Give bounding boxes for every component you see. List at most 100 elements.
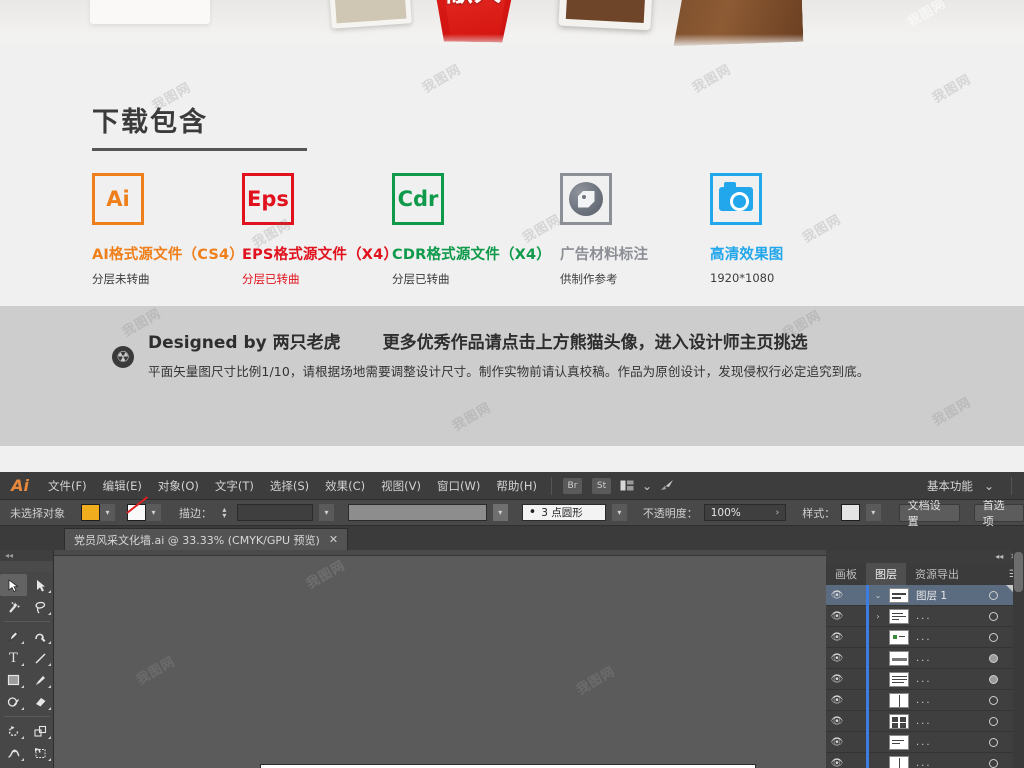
variable-width-profile[interactable]	[347, 504, 487, 521]
eye-icon[interactable]: 👁	[826, 758, 848, 768]
target-indicator[interactable]	[989, 590, 998, 600]
perspective-grid-tool[interactable]	[27, 764, 54, 768]
bridge-button[interactable]: Br	[562, 477, 582, 494]
artboard[interactable]: ·优秀党员 ·先进党员 新时代 ❨ ·党	[260, 764, 756, 768]
brush-definition-caret-icon[interactable]: ▾	[612, 504, 627, 521]
graphic-style-swatch[interactable]	[841, 504, 860, 521]
line-segment-tool[interactable]	[27, 647, 54, 669]
collapse-panels-icon[interactable]: ◂◂	[995, 552, 1003, 561]
menu-window[interactable]: 窗口(W)	[429, 478, 488, 494]
target-indicator[interactable]	[989, 632, 998, 642]
chevron-down-icon[interactable]: ⌄	[984, 479, 994, 493]
eye-icon[interactable]: 👁	[826, 737, 848, 748]
eye-icon[interactable]: 👁	[826, 611, 848, 622]
target-indicator[interactable]	[989, 716, 998, 726]
fill-swatch-caret-icon[interactable]: ▾	[100, 504, 115, 521]
stroke-swatch-caret-icon[interactable]: ▾	[146, 504, 161, 521]
table-row[interactable]: 👁 ...	[826, 647, 1024, 669]
close-icon[interactable]: ✕	[329, 533, 338, 546]
menu-file[interactable]: 文件(F)	[40, 478, 95, 494]
rotate-tool[interactable]	[0, 720, 27, 742]
lasso-tool[interactable]	[27, 596, 54, 618]
table-row[interactable]: 👁 ⌄ 图层 1	[826, 584, 1024, 606]
sync-settings-icon[interactable]	[660, 479, 675, 492]
paintbrush-tool[interactable]	[27, 669, 54, 691]
table-row[interactable]: 👁 ...	[826, 689, 1024, 711]
table-row[interactable]: 👁 ...	[826, 752, 1024, 768]
selection-tool[interactable]	[0, 574, 27, 596]
graphic-style-caret-icon[interactable]: ▾	[865, 504, 881, 521]
pen-tool[interactable]	[0, 625, 27, 647]
eraser-tool[interactable]	[27, 691, 54, 713]
tools-collapse-icon[interactable]: ◂◂	[0, 550, 53, 561]
direct-selection-tool[interactable]	[27, 574, 54, 596]
curvature-tool[interactable]	[27, 625, 54, 647]
table-row[interactable]: 👁 ...	[826, 626, 1024, 648]
type-tool[interactable]: T	[0, 647, 27, 669]
stroke-weight-caret-icon[interactable]: ▾	[319, 504, 334, 521]
target-indicator[interactable]	[989, 737, 998, 747]
menu-help[interactable]: 帮助(H)	[488, 478, 545, 494]
target-indicator[interactable]	[989, 611, 998, 621]
eye-icon[interactable]: 👁	[826, 632, 848, 643]
width-profile-caret-icon[interactable]: ▾	[492, 504, 508, 521]
target-indicator[interactable]	[989, 674, 998, 684]
chevron-right-icon[interactable]: ›	[869, 612, 887, 621]
tab-artboards[interactable]: 画板	[826, 563, 866, 585]
layers-scrollbar[interactable]	[1013, 550, 1024, 768]
stroke-color-swatch[interactable]	[127, 504, 146, 521]
layer-name[interactable]: ...	[916, 716, 932, 727]
eye-icon[interactable]: 👁	[826, 695, 848, 706]
chevron-down-icon[interactable]: ⌄	[642, 479, 652, 493]
magic-wand-tool[interactable]	[0, 596, 27, 618]
eye-icon[interactable]: 👁	[826, 674, 848, 685]
layer-name[interactable]: 图层 1	[916, 588, 947, 603]
layer-name[interactable]: ...	[916, 611, 932, 622]
width-tool[interactable]	[0, 742, 27, 764]
arrange-documents-icon[interactable]	[620, 480, 634, 491]
layer-name[interactable]: ...	[916, 737, 932, 748]
stroke-weight-input[interactable]	[236, 504, 314, 521]
scrollbar-thumb[interactable]	[1014, 552, 1023, 592]
scale-tool[interactable]	[27, 720, 54, 742]
opacity-flyout-icon[interactable]: ›	[776, 508, 780, 518]
shaper-tool[interactable]	[0, 691, 27, 713]
preferences-button[interactable]: 首选项	[973, 499, 1024, 528]
layer-name[interactable]: ...	[916, 632, 932, 643]
layer-name[interactable]: ...	[916, 674, 932, 685]
table-row[interactable]: 👁 ...	[826, 731, 1024, 753]
document-tab[interactable]: 党员风采文化墙.ai @ 33.33% (CMYK/GPU 预览) ✕	[64, 528, 349, 550]
target-indicator[interactable]	[989, 695, 998, 705]
document-setup-button[interactable]: 文档设置	[898, 499, 960, 528]
tab-asset-export[interactable]: 资源导出	[906, 563, 968, 585]
canvas-area[interactable]: ·优秀党员 ·先进党员 新时代 ❨ ·党 我图网 我图网 我图网	[54, 550, 826, 768]
layer-name[interactable]: ...	[916, 695, 932, 706]
menu-view[interactable]: 视图(V)	[373, 478, 429, 494]
table-row[interactable]: 👁 ...	[826, 710, 1024, 732]
menu-object[interactable]: 对象(O)	[150, 478, 207, 494]
fill-color-swatch[interactable]	[81, 504, 100, 521]
eye-icon[interactable]: 👁	[826, 716, 848, 727]
eye-icon[interactable]: 👁	[826, 590, 848, 601]
layer-name[interactable]: ...	[916, 758, 932, 768]
menu-select[interactable]: 选择(S)	[262, 478, 317, 494]
free-transform-tool[interactable]	[27, 742, 54, 764]
workspace-switcher[interactable]: 基本功能	[927, 478, 973, 494]
shape-builder-tool[interactable]	[0, 764, 27, 768]
table-row[interactable]: 👁 › ...	[826, 605, 1024, 627]
opacity-input[interactable]: 100% ›	[703, 504, 787, 521]
table-row[interactable]: 👁 ...	[826, 668, 1024, 690]
menu-effect[interactable]: 效果(C)	[317, 478, 373, 494]
tab-layers[interactable]: 图层	[866, 563, 906, 585]
eye-icon[interactable]: 👁	[826, 653, 848, 664]
chevron-down-icon[interactable]: ⌄	[869, 591, 887, 600]
target-indicator[interactable]	[989, 653, 998, 663]
stroke-weight-stepper[interactable]: ▴ ▾	[218, 504, 231, 521]
brush-definition[interactable]: • 3 点圆形	[521, 504, 607, 521]
stock-button[interactable]: St	[591, 477, 611, 494]
layer-name[interactable]: ...	[916, 653, 932, 664]
menu-edit[interactable]: 编辑(E)	[95, 478, 150, 494]
rectangle-tool[interactable]	[0, 669, 27, 691]
menu-type[interactable]: 文字(T)	[207, 478, 262, 494]
target-indicator[interactable]	[989, 758, 998, 768]
